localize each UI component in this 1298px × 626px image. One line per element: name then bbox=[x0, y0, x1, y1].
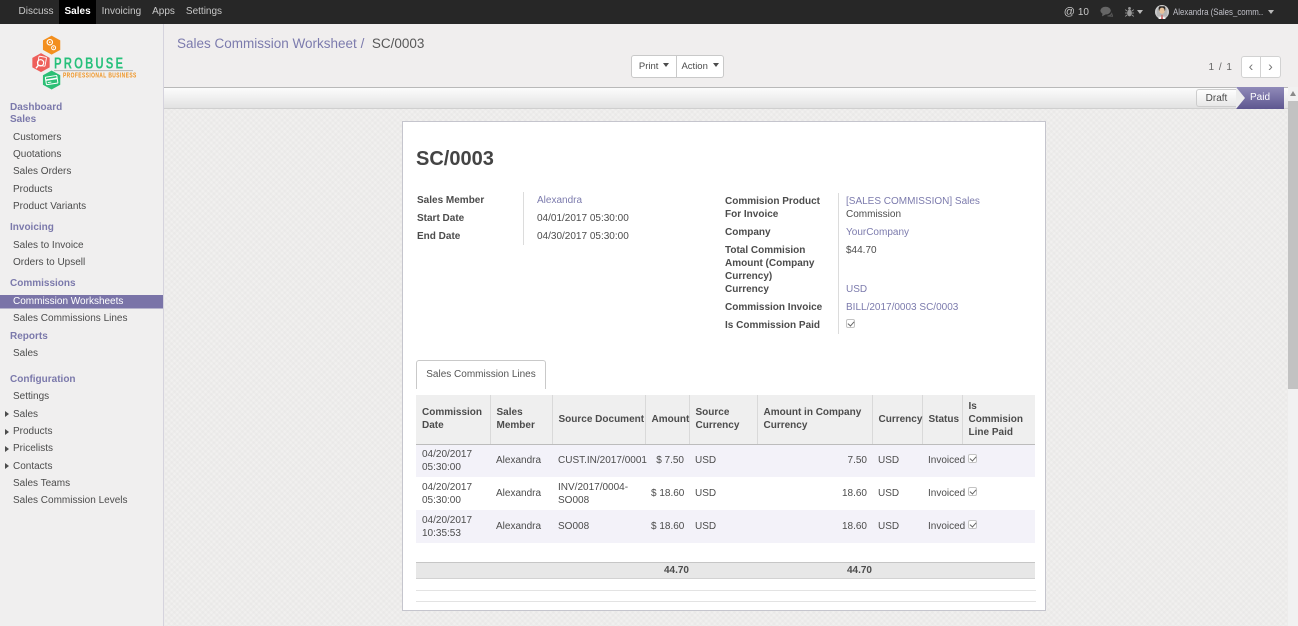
svg-text:PROBUSE: PROBUSE bbox=[54, 53, 125, 71]
svg-text:PROFESSIONAL BUSINESS: PROFESSIONAL BUSINESS bbox=[63, 73, 137, 80]
